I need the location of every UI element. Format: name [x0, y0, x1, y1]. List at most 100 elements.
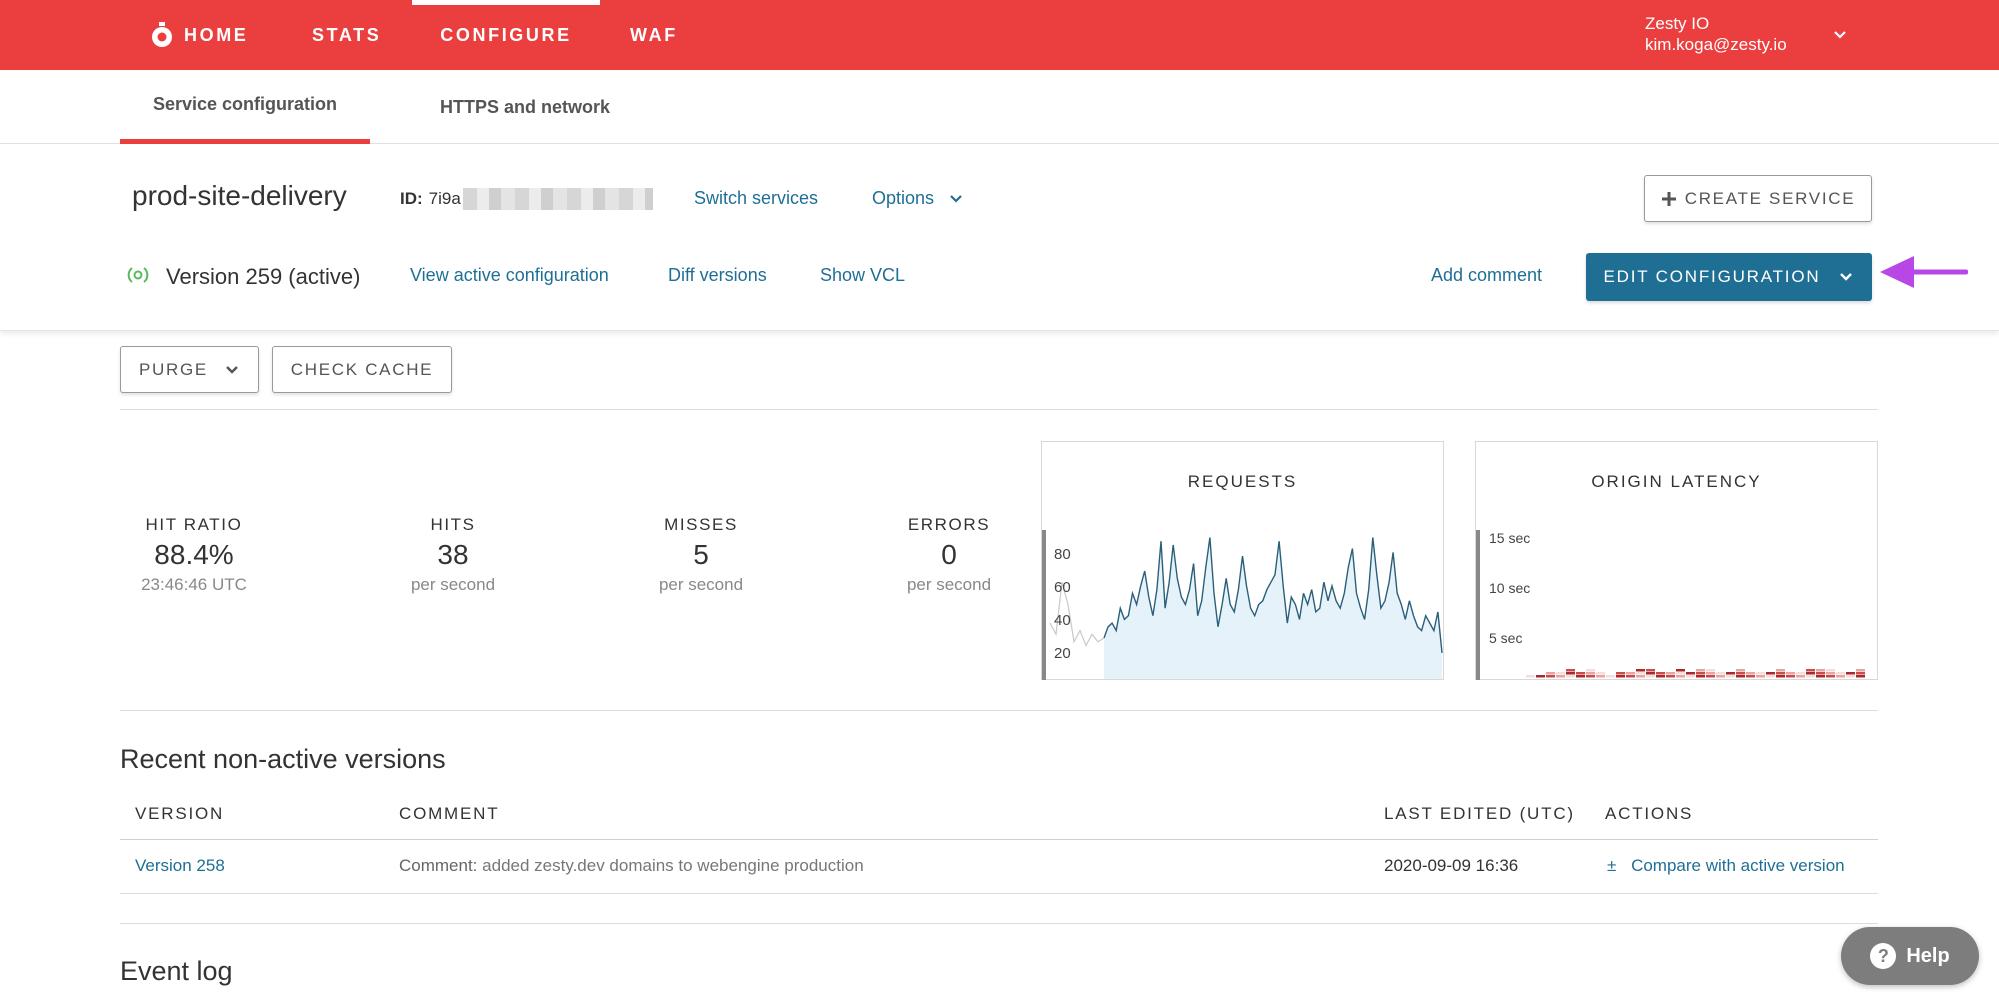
heatmap-cell [1586, 669, 1595, 672]
heatmap-cell [1786, 675, 1795, 678]
heatmap-cell [1556, 672, 1565, 675]
version-link[interactable]: Version 258 [135, 856, 225, 876]
col-last-edited: LAST EDITED (UTC) [1384, 804, 1575, 823]
show-vcl-link[interactable]: Show VCL [820, 265, 905, 286]
comment-text: added zesty.dev domains to webengine pro… [482, 856, 864, 875]
user-name: Zesty IO [1645, 14, 1710, 33]
heatmap-cell [1646, 675, 1655, 678]
service-id-label: ID: [400, 189, 423, 208]
heatmap-cell [1616, 672, 1625, 675]
stat-misses: MISSES 5 per second [601, 515, 801, 595]
add-comment-link[interactable]: Add comment [1431, 265, 1542, 286]
requests-chart-card[interactable]: REQUESTS 80 60 40 20 [1041, 441, 1444, 680]
heatmap-cell [1716, 675, 1725, 678]
heatmap-cell [1826, 672, 1835, 675]
heatmap-cell [1566, 669, 1575, 672]
create-service-label: CREATE SERVICE [1684, 188, 1856, 208]
heatmap-cell [1856, 675, 1865, 678]
stat-sub: per second [658, 575, 744, 594]
heatmap-cell [1826, 675, 1835, 678]
heatmap-cell [1636, 669, 1645, 672]
stat-value: 0 [941, 539, 957, 570]
redacted-id [462, 188, 653, 210]
heatmap-cell [1636, 672, 1645, 675]
y-tick: 80 [1054, 546, 1071, 563]
heatmap-cell [1776, 672, 1785, 675]
check-cache-button[interactable]: CHECK CACHE [272, 346, 452, 393]
help-button[interactable]: ? Help [1841, 927, 1979, 985]
nav-configure[interactable]: CONFIGURE [412, 0, 600, 70]
heatmap-cell [1836, 672, 1845, 675]
heatmap-cell [1626, 675, 1635, 678]
heatmap-cell [1726, 672, 1735, 675]
heatmap-cell [1836, 675, 1845, 678]
requests-chart: 80 60 40 20 [1042, 530, 1443, 680]
user-menu[interactable]: Zesty IO kim.koga@zesty.io [1645, 13, 1787, 55]
plus-minus-icon: ± [1607, 856, 1617, 875]
heatmap-cell [1556, 675, 1565, 678]
recent-versions-title: Recent non-active versions [120, 744, 446, 774]
switch-services-link[interactable]: Switch services [694, 188, 818, 209]
heatmap-cell [1606, 675, 1615, 678]
tab-https-network-label: HTTPS and network [439, 96, 610, 117]
heatmap-cell [1736, 672, 1745, 675]
service-id: ID: 7i9a [400, 188, 653, 210]
latency-heatmap-cells [1526, 669, 1865, 678]
edit-configuration-button[interactable]: EDIT CONFIGURATION [1586, 253, 1872, 301]
table-header-divider [120, 839, 1878, 840]
heatmap-cell [1706, 672, 1715, 675]
service-id-value: 7i9a [428, 189, 461, 208]
plus-icon [1661, 191, 1676, 206]
last-edited: 2020-09-09 16:36 [1384, 856, 1519, 875]
heatmap-cell [1586, 675, 1595, 678]
chevron-down-icon [950, 195, 962, 203]
stat-label: HIT RATIO [145, 515, 243, 534]
heatmap-cell [1756, 675, 1765, 678]
heatmap-cell [1716, 672, 1725, 675]
heatmap-cell [1536, 675, 1545, 678]
y-tick: 15 sec [1489, 530, 1530, 546]
options-label: Options [872, 188, 935, 208]
user-email: kim.koga@zesty.io [1645, 35, 1787, 54]
create-service-button[interactable]: CREATE SERVICE [1644, 175, 1872, 222]
tab-service-configuration[interactable]: Service configuration [120, 70, 370, 144]
service-name: prod-site-delivery [132, 180, 347, 211]
origin-latency-chart-card[interactable]: ORIGIN LATENCY 15 sec 10 sec 5 sec [1475, 441, 1878, 680]
config-subtabs: Service configuration HTTPS and network [0, 70, 1999, 144]
options-dropdown[interactable]: Options [872, 188, 963, 209]
version-comment: Comment: added zesty.dev domains to webe… [399, 856, 864, 876]
heatmap-cell [1526, 675, 1535, 678]
chevron-down-icon[interactable] [1831, 26, 1849, 44]
diff-versions-link[interactable]: Diff versions [668, 265, 767, 286]
heatmap-cell [1686, 675, 1695, 678]
heatmap-cell [1666, 672, 1675, 675]
heatmap-cell [1856, 669, 1865, 672]
heatmap-cell [1676, 669, 1685, 672]
heatmap-cell [1706, 675, 1715, 678]
heatmap-cell [1686, 672, 1695, 675]
service-header: prod-site-delivery ID: 7i9a Switch servi… [0, 144, 1999, 331]
view-active-configuration-link[interactable]: View active configuration [410, 265, 609, 286]
divider [120, 409, 1878, 410]
nav-stats[interactable]: STATS [312, 0, 381, 70]
nav-waf[interactable]: WAF [630, 0, 678, 70]
heatmap-cell [1746, 675, 1755, 678]
heatmap-cell [1656, 672, 1665, 675]
heatmap-cell [1826, 669, 1835, 672]
latency-chart: 15 sec 10 sec 5 sec [1476, 530, 1865, 680]
nav-home[interactable]: HOME [150, 0, 248, 70]
compare-active-link[interactable]: ± Compare with active version [1607, 856, 1845, 876]
purge-dropdown-button[interactable]: PURGE [120, 346, 259, 393]
tab-https-network[interactable]: HTTPS and network [420, 70, 630, 144]
heatmap-cell [1816, 672, 1825, 675]
heatmap-cell [1696, 672, 1705, 675]
event-log-title: Event log [120, 956, 233, 986]
heatmap-cell [1776, 675, 1785, 678]
heatmap-cell [1566, 675, 1575, 678]
check-cache-label: CHECK CACHE [290, 359, 434, 379]
col-actions: ACTIONS [1605, 804, 1694, 823]
heatmap-cell [1856, 672, 1865, 675]
heatmap-cell [1586, 672, 1595, 675]
heatmap-cell [1706, 669, 1715, 672]
heatmap-cell [1616, 675, 1625, 678]
